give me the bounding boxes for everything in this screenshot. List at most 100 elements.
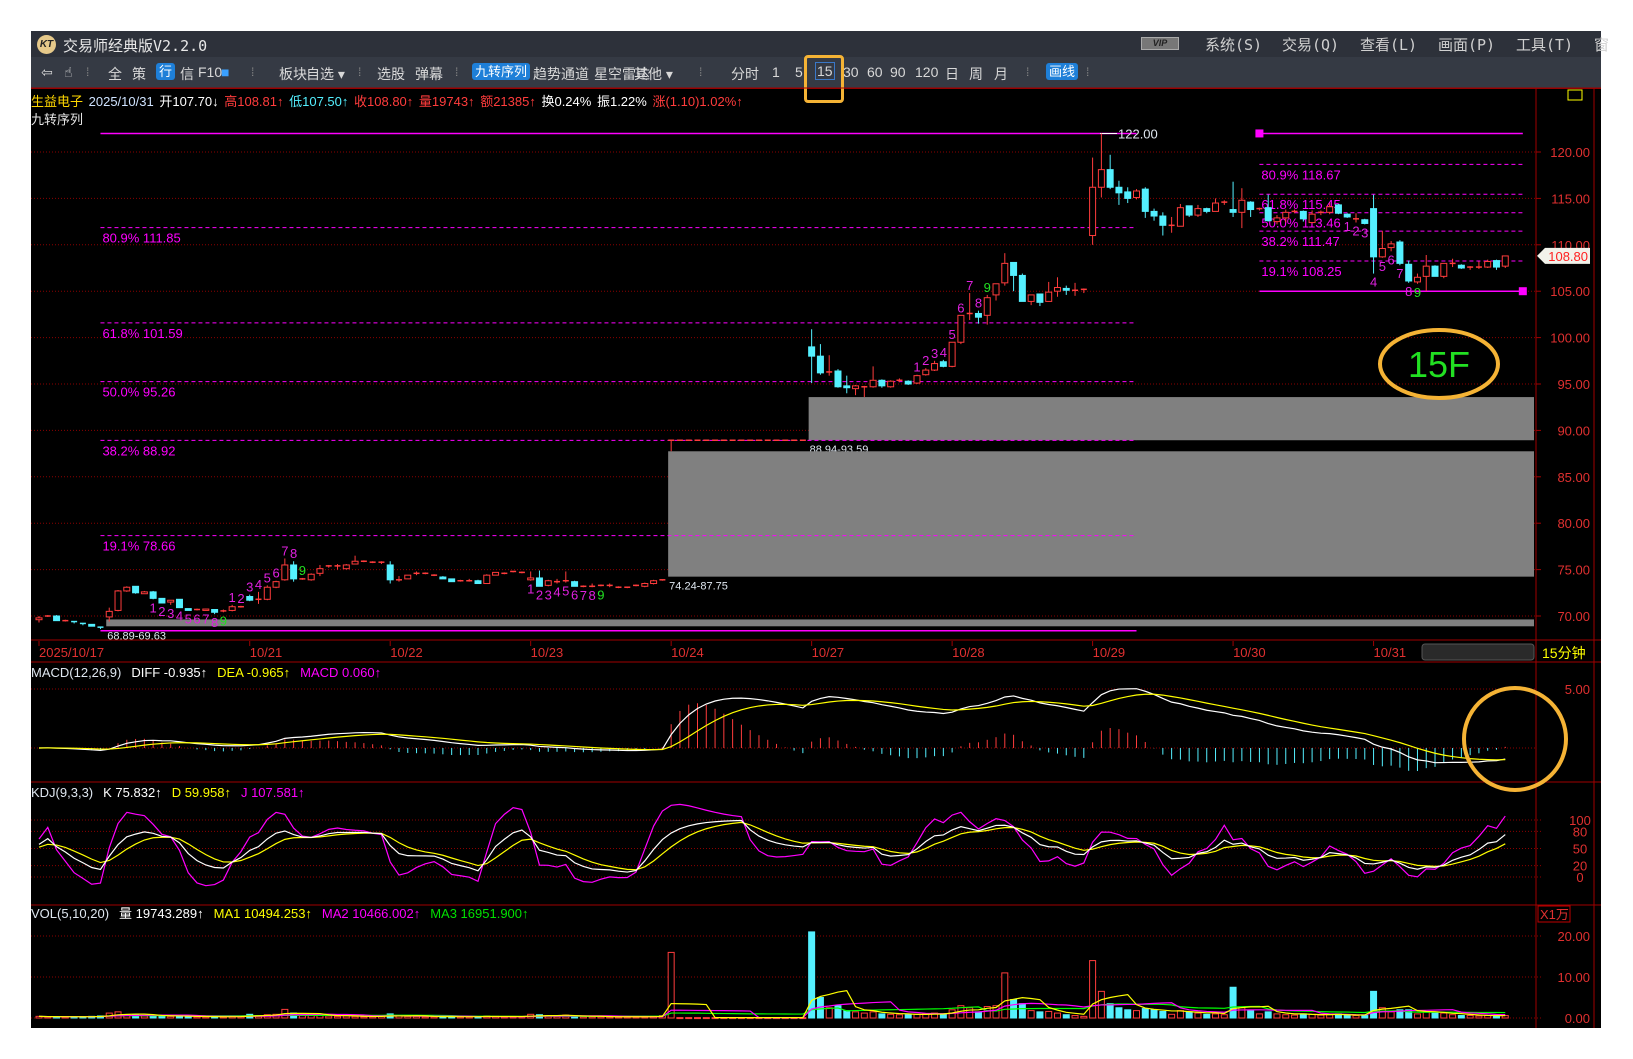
candle xyxy=(1431,265,1439,277)
candle xyxy=(1457,264,1465,269)
candle xyxy=(211,609,219,615)
volume-bar xyxy=(1238,1007,1246,1019)
candle xyxy=(861,385,868,397)
candle xyxy=(158,597,166,604)
price-axis-label: 115.00 xyxy=(1551,191,1590,206)
volume-bar xyxy=(1194,1012,1202,1019)
layout-toggle-icon[interactable] xyxy=(1567,89,1583,101)
volume-bar xyxy=(1176,1010,1184,1019)
volume-bar xyxy=(667,951,675,1019)
candle xyxy=(554,578,561,584)
price-axis-label: 120.00 xyxy=(1550,145,1590,160)
candle xyxy=(544,579,552,587)
kline-chart[interactable]: 120.00115.00110.00105.00100.0095.0090.00… xyxy=(0,0,1633,1059)
volume-bar xyxy=(1247,1010,1255,1019)
candle-body xyxy=(869,379,877,388)
candle-body xyxy=(957,314,965,343)
nine-turn-number: 4 xyxy=(1370,275,1377,290)
candle xyxy=(1124,187,1132,204)
nine-turn-number: 9 xyxy=(220,613,227,628)
candle xyxy=(826,355,833,376)
candle xyxy=(1045,281,1053,302)
candle xyxy=(483,574,491,585)
candle xyxy=(931,360,939,372)
candle-body xyxy=(1326,206,1334,213)
candle xyxy=(360,560,367,563)
candle-body xyxy=(1027,294,1035,302)
candle xyxy=(457,579,464,582)
candle xyxy=(255,591,262,604)
nine-turn-number: 7 xyxy=(580,588,587,603)
candle xyxy=(1440,262,1448,279)
volume-bar xyxy=(1466,1015,1474,1019)
candle-body xyxy=(290,564,298,580)
candle xyxy=(114,590,122,612)
price-axis-label: 90.00 xyxy=(1557,423,1590,438)
vol-header-value: MA3 16951.900↑ xyxy=(430,906,528,921)
nine-turn-number: 8 xyxy=(1405,284,1412,299)
candle-body xyxy=(1036,293,1044,303)
candle-body xyxy=(404,574,412,580)
volume-bar xyxy=(1071,1015,1079,1019)
candle xyxy=(641,582,649,588)
candle-body xyxy=(211,609,219,613)
volume-bar xyxy=(843,1010,851,1019)
candle-body xyxy=(843,385,851,389)
candle xyxy=(140,590,148,595)
candle-body xyxy=(1097,169,1105,188)
candle xyxy=(1229,181,1237,217)
volume-bar xyxy=(360,1016,368,1019)
nine-turn-number: 4 xyxy=(553,585,560,600)
nine-turn-number: 4 xyxy=(940,345,947,360)
vol-axis-label: 0.00 xyxy=(1565,1011,1590,1026)
candle xyxy=(589,583,596,588)
horizontal-scrollbar[interactable] xyxy=(1421,643,1535,661)
candle-body xyxy=(878,379,886,387)
candle-body xyxy=(1053,286,1061,292)
candle-body xyxy=(1264,207,1272,222)
candle-body xyxy=(992,283,1000,296)
candle xyxy=(1018,273,1026,302)
kdj-header-value: D 59.958↑ xyxy=(172,785,231,800)
candle xyxy=(88,623,96,627)
fib-handle[interactable] xyxy=(1518,287,1527,296)
candle xyxy=(1370,194,1378,274)
volume-bar xyxy=(1440,1012,1448,1019)
annotation-label: 15F xyxy=(1408,344,1470,385)
candle-body xyxy=(1106,169,1114,188)
candle xyxy=(272,580,280,589)
candle xyxy=(175,598,183,609)
nine-turn-number: 1 xyxy=(229,590,236,605)
candle xyxy=(1501,255,1509,268)
vol-axis-label: 10.00 xyxy=(1557,970,1590,985)
vol-unit-label: X1万 xyxy=(1540,907,1569,922)
candle-body xyxy=(167,599,175,603)
candle-body xyxy=(1413,276,1421,283)
nine-turn-number: 3 xyxy=(545,587,552,602)
candle xyxy=(474,579,482,585)
candle-body xyxy=(1141,188,1149,212)
candle xyxy=(1176,203,1184,227)
volume-bar xyxy=(904,1014,912,1019)
candle-body xyxy=(1361,219,1369,224)
candle xyxy=(1001,253,1009,286)
candle xyxy=(1072,282,1079,296)
period-label: 15分钟 xyxy=(1542,645,1586,661)
nine-turn-number: 6 xyxy=(571,587,578,602)
volume-bar xyxy=(1370,990,1378,1019)
nine-turn-number: 1 xyxy=(150,600,157,615)
candle xyxy=(1361,218,1369,225)
fib-handle[interactable] xyxy=(1255,129,1264,138)
volume-bar xyxy=(702,1017,710,1020)
candle xyxy=(422,572,429,575)
date-label: 10/31 xyxy=(1374,645,1407,660)
volume-bar xyxy=(1062,1014,1070,1019)
nine-turn-number: 7 xyxy=(1396,266,1403,281)
macd-header-value: MACD(12,26,9) xyxy=(31,665,121,680)
candle xyxy=(957,314,965,345)
candle-body xyxy=(228,606,236,611)
candle-body xyxy=(1194,208,1202,216)
nine-turn-number: 1 xyxy=(527,582,534,597)
nine-turn-number: 5 xyxy=(1379,259,1386,274)
nine-turn-number: 9 xyxy=(1414,285,1421,300)
